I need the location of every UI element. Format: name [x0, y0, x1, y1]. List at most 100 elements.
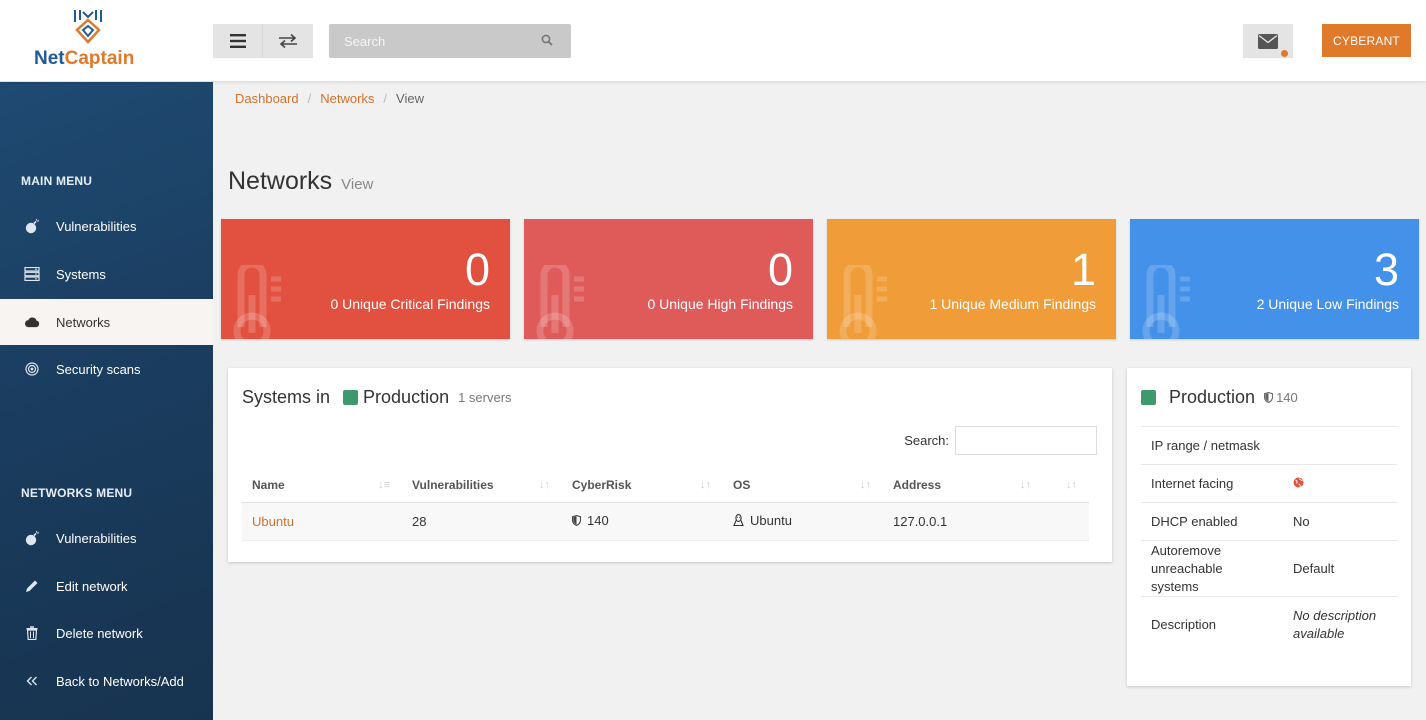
trash-icon — [24, 625, 40, 641]
high-findings-count: 0 — [767, 244, 793, 295]
detail-row-autoremove: Autoremove unreachable systems Default — [1141, 540, 1397, 597]
network-details-panel: Production 140 IP range / netmask Intern… — [1127, 368, 1411, 686]
medium-findings-count: 1 — [1070, 244, 1096, 295]
menu-toggle-button[interactable] — [213, 24, 263, 58]
cyberrisk-value: 140 — [587, 513, 609, 528]
search-box — [329, 24, 571, 58]
thermometer-icon — [536, 265, 584, 339]
hamburger-icon — [229, 34, 246, 48]
messages-button[interactable] — [1243, 24, 1293, 58]
main-menu-title: MAIN MENU — [21, 174, 93, 188]
breadcrumb-dashboard[interactable]: Dashboard — [235, 91, 299, 106]
detail-row-ip-range: IP range / netmask — [1141, 426, 1397, 465]
critical-findings-count: 0 — [464, 244, 490, 295]
top-header: NetCaptain CYBERANT — [0, 0, 1426, 82]
detail-row-dhcp: DHCP enabled No — [1141, 502, 1397, 541]
switch-button[interactable] — [263, 24, 313, 58]
sort-icon: ↓↑ — [860, 479, 871, 491]
sort-icon: ↓↑ — [1020, 479, 1031, 491]
sort-asc-icon: ↓≡ — [378, 479, 390, 491]
user-account-button[interactable]: CYBERANT — [1322, 24, 1411, 57]
critical-findings-label: 0 Unique Critical Findings — [330, 296, 490, 312]
search-input[interactable] — [329, 24, 529, 58]
network-details-table: IP range / netmask Internet facing DHCP … — [1141, 426, 1397, 654]
envelope-icon — [1258, 33, 1278, 49]
network-name: Production — [1169, 387, 1256, 407]
description-value: No description available — [1293, 608, 1377, 642]
column-header-cyberrisk[interactable]: CyberRisk ↓↑ — [562, 468, 723, 503]
toolbar-button-group — [213, 24, 313, 58]
high-findings-label: 0 Unique High Findings — [647, 296, 793, 312]
systems-panel-title: Systems in Production 1 servers — [242, 387, 512, 407]
system-link[interactable]: Ubuntu — [252, 514, 294, 529]
sidebar-item-delete-network[interactable]: Delete network — [0, 610, 213, 656]
medium-findings-label: 1 Unique Medium Findings — [929, 296, 1096, 312]
sidebar-item-systems[interactable]: Systems — [0, 251, 213, 297]
bomb-icon — [24, 218, 40, 234]
pencil-icon — [24, 578, 40, 594]
brand-name: NetCaptain — [34, 48, 135, 69]
table-search-input[interactable] — [955, 426, 1097, 455]
breadcrumb: Dashboard / Networks / View — [235, 91, 424, 106]
sidebar-item-networks[interactable]: Networks — [0, 299, 213, 345]
network-details-title: Production 140 — [1127, 387, 1298, 408]
bomb-icon — [24, 530, 40, 546]
systems-panel: Systems in Production 1 servers Search: … — [228, 368, 1112, 562]
page-subtitle: View — [341, 176, 374, 193]
low-findings-label: 2 Unique Low Findings — [1256, 296, 1399, 312]
systems-table: Name ↓≡ Vulnerabilities ↓↑ CyberRisk ↓↑ OS ↓… — [242, 468, 1089, 541]
thermometer-icon — [1142, 265, 1190, 339]
network-color-swatch — [1141, 390, 1156, 405]
server-count: 1 servers — [458, 390, 512, 405]
column-header-name[interactable]: Name ↓≡ — [242, 468, 402, 503]
cloud-icon — [24, 314, 40, 330]
target-icon — [24, 361, 40, 377]
exchange-arrows-icon — [279, 34, 297, 48]
low-findings-card[interactable]: 3 2 Unique Low Findings — [1130, 219, 1419, 339]
column-header-vulnerabilities[interactable]: Vulnerabilities ↓↑ — [402, 468, 562, 503]
address-value: 127.0.0.1 — [883, 502, 1043, 541]
table-search: Search: — [904, 426, 1097, 455]
table-row: Ubuntu 28 140 Ubuntu 127.0.0.1 — [242, 502, 1089, 541]
linux-icon — [733, 513, 744, 526]
notification-dot — [1281, 50, 1288, 57]
detail-row-internet-facing: Internet facing — [1141, 464, 1397, 503]
search-icon[interactable] — [541, 34, 553, 46]
shield-icon — [572, 515, 581, 526]
medium-findings-card[interactable]: 1 1 Unique Medium Findings — [827, 219, 1116, 339]
sidebar-item-edit-network[interactable]: Edit network — [0, 563, 213, 609]
sidebar-item-network-vulnerabilities[interactable]: Vulnerabilities — [0, 515, 213, 561]
server-icon — [24, 266, 40, 282]
page-title: Networks View — [228, 167, 374, 195]
globe-icon — [1293, 477, 1304, 487]
sidebar-item-back-to-networks[interactable]: Back to Networks/Add — [0, 658, 213, 704]
sort-icon: ↓↑ — [1066, 479, 1077, 491]
low-findings-count: 3 — [1373, 244, 1399, 295]
breadcrumb-networks[interactable]: Networks — [320, 91, 374, 106]
high-findings-card[interactable]: 0 0 Unique High Findings — [524, 219, 813, 339]
breadcrumb-current: View — [396, 91, 424, 106]
sidebar-item-vulnerabilities[interactable]: Vulnerabilities — [0, 203, 213, 249]
sort-icon: ↓↑ — [539, 479, 550, 491]
table-search-label: Search: — [904, 433, 949, 448]
sidebar: MAIN MENU Vulnerabilities Systems Networ… — [0, 82, 213, 720]
thermometer-icon — [839, 265, 887, 339]
sidebar-item-security-scans[interactable]: Security scans — [0, 346, 213, 392]
thermometer-icon — [233, 265, 281, 339]
column-header-address[interactable]: Address ↓↑ — [883, 468, 1043, 503]
double-chevron-left-icon — [24, 673, 40, 689]
column-header-os[interactable]: OS ↓↑ — [723, 468, 883, 503]
os-value: Ubuntu — [750, 512, 792, 528]
logo[interactable]: NetCaptain — [34, 8, 144, 74]
detail-row-description: Description No description available — [1141, 596, 1397, 654]
network-color-swatch — [343, 390, 359, 405]
column-header-actions[interactable]: ↓↑ — [1043, 468, 1089, 503]
network-name: Production — [363, 387, 450, 407]
cyberrisk-badge: 140 — [1264, 390, 1298, 405]
sort-icon: ↓↑ — [700, 479, 711, 491]
shield-icon — [1264, 392, 1274, 403]
critical-findings-card[interactable]: 0 0 Unique Critical Findings — [221, 219, 510, 339]
vulnerability-count: 28 — [402, 502, 562, 541]
networks-menu-title: NETWORKS MENU — [21, 486, 133, 500]
netcaptain-logo-icon — [74, 10, 102, 44]
